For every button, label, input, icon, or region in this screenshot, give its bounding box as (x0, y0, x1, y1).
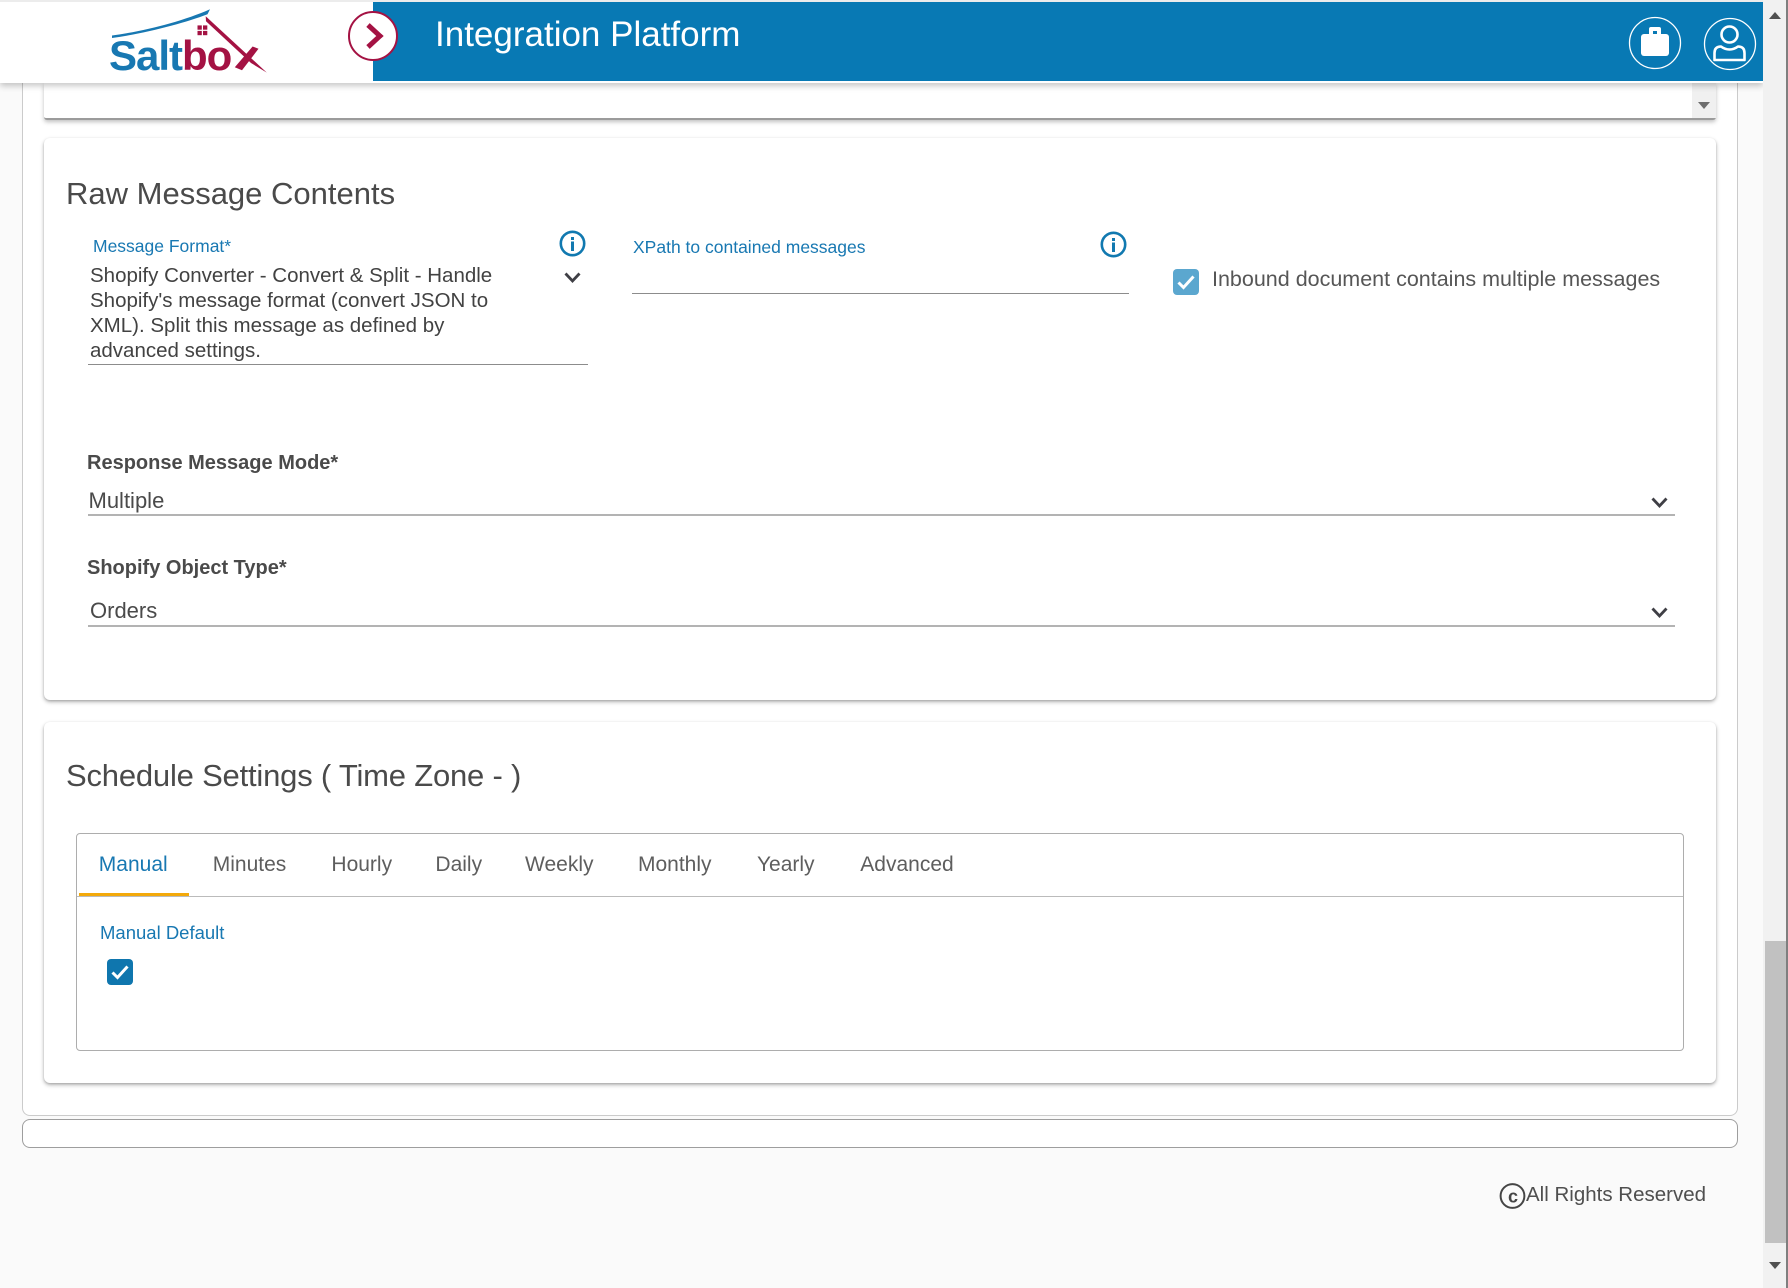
svg-text:Saltbo: Saltbo (109, 32, 232, 79)
svg-text:c: c (1508, 1187, 1518, 1207)
